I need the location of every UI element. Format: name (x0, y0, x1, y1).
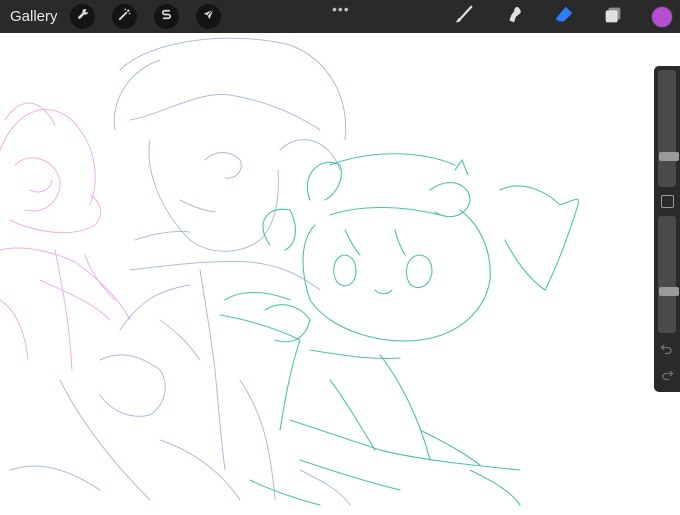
opacity-handle[interactable] (659, 287, 679, 297)
more-options-button[interactable]: ••• (332, 1, 350, 17)
gallery-button[interactable]: Gallery (10, 8, 58, 25)
brush-size-slider[interactable] (658, 70, 679, 187)
eraser-tool-button[interactable] (552, 5, 576, 29)
opacity-slider[interactable] (658, 216, 679, 333)
wrench-icon (75, 7, 90, 27)
arrow-cursor-icon (201, 7, 216, 27)
undo-icon (660, 344, 672, 355)
selection-button[interactable] (154, 4, 179, 29)
drawing-canvas[interactable] (0, 33, 680, 510)
redo-button[interactable] (660, 368, 674, 382)
pink-sketch (0, 102, 131, 371)
sketch-artwork (0, 37, 579, 506)
layers-button[interactable] (601, 5, 625, 29)
redo-icon (662, 370, 674, 381)
smudge-tool-button[interactable] (502, 5, 526, 29)
undo-button[interactable] (660, 342, 674, 356)
smudge-icon (503, 4, 525, 31)
layers-icon (602, 4, 624, 31)
brush-tool-button[interactable] (452, 5, 476, 29)
color-picker-swatch[interactable] (651, 6, 673, 28)
eraser-icon (553, 4, 575, 31)
adjustments-button[interactable] (112, 4, 137, 29)
brush-size-handle[interactable] (659, 152, 679, 162)
teal-sketch (219, 153, 579, 506)
selection-s-icon (159, 7, 174, 27)
transform-button[interactable] (196, 4, 221, 29)
modify-button[interactable] (661, 195, 674, 208)
magic-wand-icon (117, 7, 132, 27)
top-toolbar: Gallery ••• (0, 0, 680, 33)
actions-button[interactable] (70, 4, 95, 29)
right-sidebar (654, 66, 680, 392)
brush-icon (453, 4, 475, 31)
blue-sketch (9, 37, 351, 506)
